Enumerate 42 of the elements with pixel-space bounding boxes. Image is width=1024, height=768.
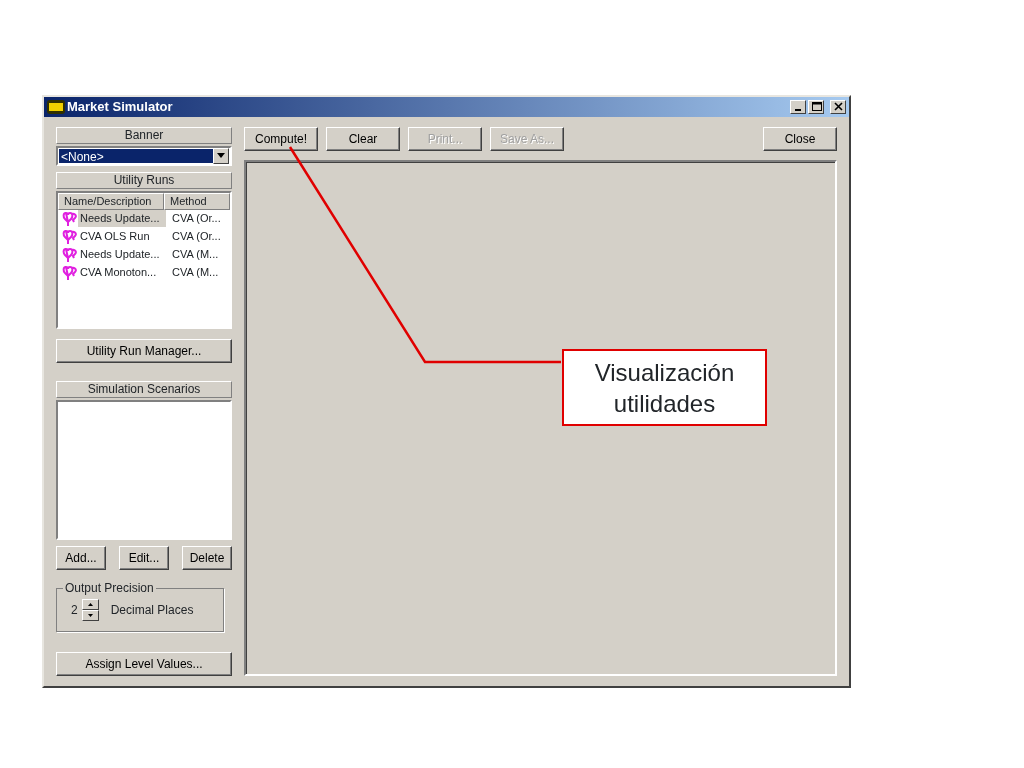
run-name[interactable]: CVA OLS Run bbox=[78, 228, 166, 245]
simulation-scenarios-heading: Simulation Scenarios bbox=[56, 380, 232, 398]
run-icon bbox=[62, 210, 78, 227]
group-title: Output Precision bbox=[63, 580, 156, 595]
toolbar-button[interactable]: Clear bbox=[326, 126, 400, 151]
spinner-control[interactable] bbox=[81, 598, 99, 621]
run-method: CVA (M... bbox=[171, 265, 219, 281]
window-title: Market Simulator bbox=[67, 98, 174, 116]
caret-icon bbox=[213, 147, 229, 164]
app-logo-icon bbox=[47, 99, 65, 114]
toolbar-button[interactable]: Compute! bbox=[244, 126, 318, 151]
down-arrow-icon bbox=[87, 613, 93, 617]
column-header[interactable]: Method bbox=[164, 192, 230, 210]
close-window-button[interactable]: Close bbox=[763, 126, 837, 151]
maximize-icon bbox=[810, 101, 822, 113]
banner-heading: Banner bbox=[56, 126, 232, 144]
banner-dropdown[interactable]: <None> bbox=[56, 145, 232, 166]
run-name[interactable]: Needs Update... bbox=[78, 210, 166, 227]
run-icon bbox=[62, 228, 78, 245]
add-button[interactable]: Add... bbox=[56, 545, 106, 570]
column-header[interactable]: Name/Description bbox=[58, 192, 164, 210]
run-method: CVA (Or... bbox=[171, 229, 221, 245]
minimize-icon bbox=[795, 109, 801, 112]
minimize-button[interactable] bbox=[790, 99, 806, 114]
close-button[interactable] bbox=[830, 99, 846, 114]
run-method: CVA (M... bbox=[171, 247, 219, 263]
edit-button[interactable]: Edit... bbox=[119, 545, 169, 570]
close-icon bbox=[832, 101, 844, 113]
run-icon bbox=[62, 264, 78, 281]
utility-runs-heading: Utility Runs bbox=[56, 171, 232, 189]
run-icon bbox=[62, 246, 78, 263]
assign-level-values-button[interactable]: Assign Level Values... bbox=[56, 651, 232, 676]
maximize-button[interactable] bbox=[808, 99, 824, 114]
up-arrow-icon bbox=[87, 602, 93, 606]
callout-label: Visualización utilidades bbox=[562, 349, 767, 426]
run-method: CVA (Or... bbox=[171, 211, 221, 227]
delete-button[interactable]: Delete bbox=[182, 545, 232, 570]
run-name[interactable]: CVA Monoton... bbox=[78, 264, 166, 281]
run-name[interactable]: Needs Update... bbox=[78, 246, 166, 263]
precision-value: 2 bbox=[71, 601, 78, 619]
utility-run-manager-button[interactable]: Utility Run Manager... bbox=[56, 338, 232, 363]
precision-units: Decimal Places bbox=[110, 601, 194, 619]
